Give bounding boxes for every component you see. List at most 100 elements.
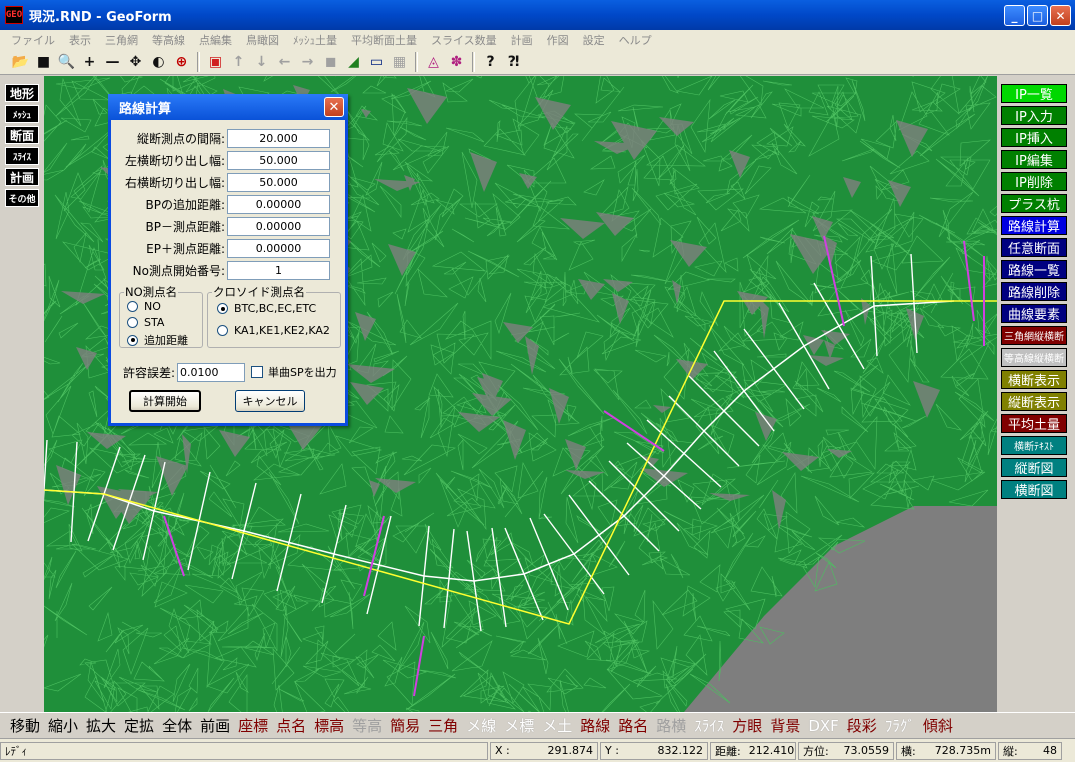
view-toggle-10[interactable]: 簡易 [390, 715, 420, 736]
minus-icon[interactable]: — [102, 52, 123, 73]
radio-button-icon[interactable] [127, 301, 138, 312]
right-command-button-1[interactable]: IP入力 [1001, 106, 1067, 125]
rotate-icon[interactable]: ◐ [148, 52, 169, 73]
view-toggle-7[interactable]: 点名 [276, 715, 306, 736]
view-toggle-23[interactable]: ﾌﾗｸﾞ [885, 715, 915, 736]
menu-item-10[interactable]: 作図 [540, 32, 576, 48]
menu-item-0[interactable]: ファイル [4, 32, 62, 48]
view-toggle-17[interactable]: 路横 [656, 715, 686, 736]
view-toggle-22[interactable]: 段彩 [847, 715, 877, 736]
right-command-button-18[interactable]: 横断図 [1001, 480, 1067, 499]
radio-option[interactable]: 追加距離 [127, 332, 188, 348]
single-curve-option[interactable]: 単曲SPを出力 [251, 364, 337, 380]
right-command-button-8[interactable]: 路線一覧 [1001, 260, 1067, 279]
zoom-search-icon[interactable]: 🔍 [56, 52, 77, 73]
right-command-button-9[interactable]: 路線削除 [1001, 282, 1067, 301]
box-icon[interactable]: ◼ [320, 52, 341, 73]
radio-button-icon[interactable] [127, 317, 138, 328]
zoom-window-icon[interactable]: ⊕ [171, 52, 192, 73]
right-command-button-12[interactable]: 等高線縦横断 [1001, 348, 1067, 367]
save-icon[interactable]: ■ [33, 52, 54, 73]
radio-button-icon[interactable] [127, 334, 138, 346]
right-command-button-13[interactable]: 横断表示 [1001, 370, 1067, 389]
arrow-up-icon[interactable]: ↑ [228, 52, 249, 73]
arrow-right-icon[interactable]: → [297, 52, 318, 73]
menu-item-9[interactable]: 計画 [504, 32, 540, 48]
left-mode-button-1[interactable]: ﾒｯｼｭ [5, 105, 39, 123]
chart-icon[interactable]: ◢ [343, 52, 364, 73]
dialog-field-input[interactable] [227, 150, 330, 170]
view-toggle-12[interactable]: メ線 [466, 715, 496, 736]
menu-item-2[interactable]: 三角網 [98, 32, 145, 48]
cancel-button[interactable]: キャンセル [235, 390, 305, 412]
menu-item-5[interactable]: 鳥瞰図 [239, 32, 286, 48]
view-toggle-24[interactable]: 傾斜 [923, 715, 953, 736]
menu-item-3[interactable]: 等高線 [145, 32, 192, 48]
view-toggle-3[interactable]: 定拡 [124, 715, 154, 736]
view-toggle-14[interactable]: メ土 [542, 715, 572, 736]
view-toggle-15[interactable]: 路線 [580, 715, 610, 736]
menu-item-11[interactable]: 設定 [576, 32, 612, 48]
menu-item-6[interactable]: ﾒｯｼｭ土量 [286, 32, 344, 48]
help-icon[interactable]: ? [480, 52, 501, 73]
view-toggle-8[interactable]: 標高 [314, 715, 344, 736]
arrow-down-icon[interactable]: ↓ [251, 52, 272, 73]
right-command-button-10[interactable]: 曲線要素 [1001, 304, 1067, 323]
dialog-field-input[interactable] [227, 194, 330, 214]
right-command-button-5[interactable]: プラス杭 [1001, 194, 1067, 213]
left-mode-button-5[interactable]: その他 [5, 189, 39, 207]
single-curve-checkbox[interactable] [251, 366, 263, 378]
dialog-field-input[interactable] [227, 260, 330, 280]
help-pointer-icon[interactable]: ⁈ [503, 52, 524, 73]
cube-icon[interactable]: ▣ [205, 52, 226, 73]
radio-button-icon[interactable] [217, 303, 228, 314]
start-calc-button[interactable]: 計算開始 [129, 390, 201, 412]
right-command-button-4[interactable]: IP削除 [1001, 172, 1067, 191]
view-toggle-5[interactable]: 前画 [200, 715, 230, 736]
menu-item-1[interactable]: 表示 [62, 32, 98, 48]
window-icon[interactable]: ▭ [366, 52, 387, 73]
grid-icon[interactable]: ▦ [389, 52, 410, 73]
right-command-button-16[interactable]: 横断ﾃｷｽﾄ [1001, 436, 1067, 455]
maximize-button[interactable]: □ [1027, 5, 1048, 26]
view-toggle-11[interactable]: 三角 [428, 715, 458, 736]
right-command-button-0[interactable]: IP一覧 [1001, 84, 1067, 103]
view-toggle-0[interactable]: 移動 [10, 715, 40, 736]
left-mode-button-2[interactable]: 断面 [5, 126, 39, 144]
view-toggle-18[interactable]: ｽﾗｲｽ [694, 715, 724, 736]
dialog-field-input[interactable] [227, 172, 330, 192]
left-mode-button-0[interactable]: 地形 [5, 84, 39, 102]
plus-icon[interactable]: + [79, 52, 100, 73]
right-command-button-6[interactable]: 路線計算 [1001, 216, 1067, 235]
menu-item-4[interactable]: 点編集 [192, 32, 239, 48]
right-command-button-15[interactable]: 平均土量 [1001, 414, 1067, 433]
radio-option[interactable]: KA1,KE1,KE2,KA2 [217, 324, 330, 337]
dialog-field-input[interactable] [227, 128, 330, 148]
left-mode-button-3[interactable]: ｽﾗｲｽ [5, 147, 39, 165]
menu-item-12[interactable]: ヘルプ [612, 32, 659, 48]
dialog-close-button[interactable]: ✕ [324, 97, 344, 117]
open-folder-icon[interactable]: 📂 [10, 52, 31, 73]
terrain-icon[interactable]: ◬ [423, 52, 444, 73]
menu-item-8[interactable]: スライス数量 [424, 32, 504, 48]
radio-button-icon[interactable] [217, 325, 228, 336]
right-command-button-7[interactable]: 任意断面 [1001, 238, 1067, 257]
view-toggle-13[interactable]: メ標 [504, 715, 534, 736]
right-command-button-11[interactable]: 三角網縦横断 [1001, 326, 1067, 345]
radio-option[interactable]: BTC,BC,EC,ETC [217, 302, 316, 315]
dialog-field-input[interactable] [227, 216, 330, 236]
radio-option[interactable]: NO [127, 300, 161, 313]
dialog-field-input[interactable] [227, 238, 330, 258]
view-toggle-4[interactable]: 全体 [162, 715, 192, 736]
arrow-left-icon[interactable]: ← [274, 52, 295, 73]
right-command-button-3[interactable]: IP編集 [1001, 150, 1067, 169]
view-toggle-19[interactable]: 方眼 [732, 715, 762, 736]
menu-item-7[interactable]: 平均断面土量 [344, 32, 424, 48]
move-icon[interactable]: ✥ [125, 52, 146, 73]
terrain2-icon[interactable]: ✽ [446, 52, 467, 73]
close-window-button[interactable]: ✕ [1050, 5, 1071, 26]
view-toggle-6[interactable]: 座標 [238, 715, 268, 736]
view-toggle-16[interactable]: 路名 [618, 715, 648, 736]
left-mode-button-4[interactable]: 計画 [5, 168, 39, 186]
minimize-button[interactable]: _ [1004, 5, 1025, 26]
